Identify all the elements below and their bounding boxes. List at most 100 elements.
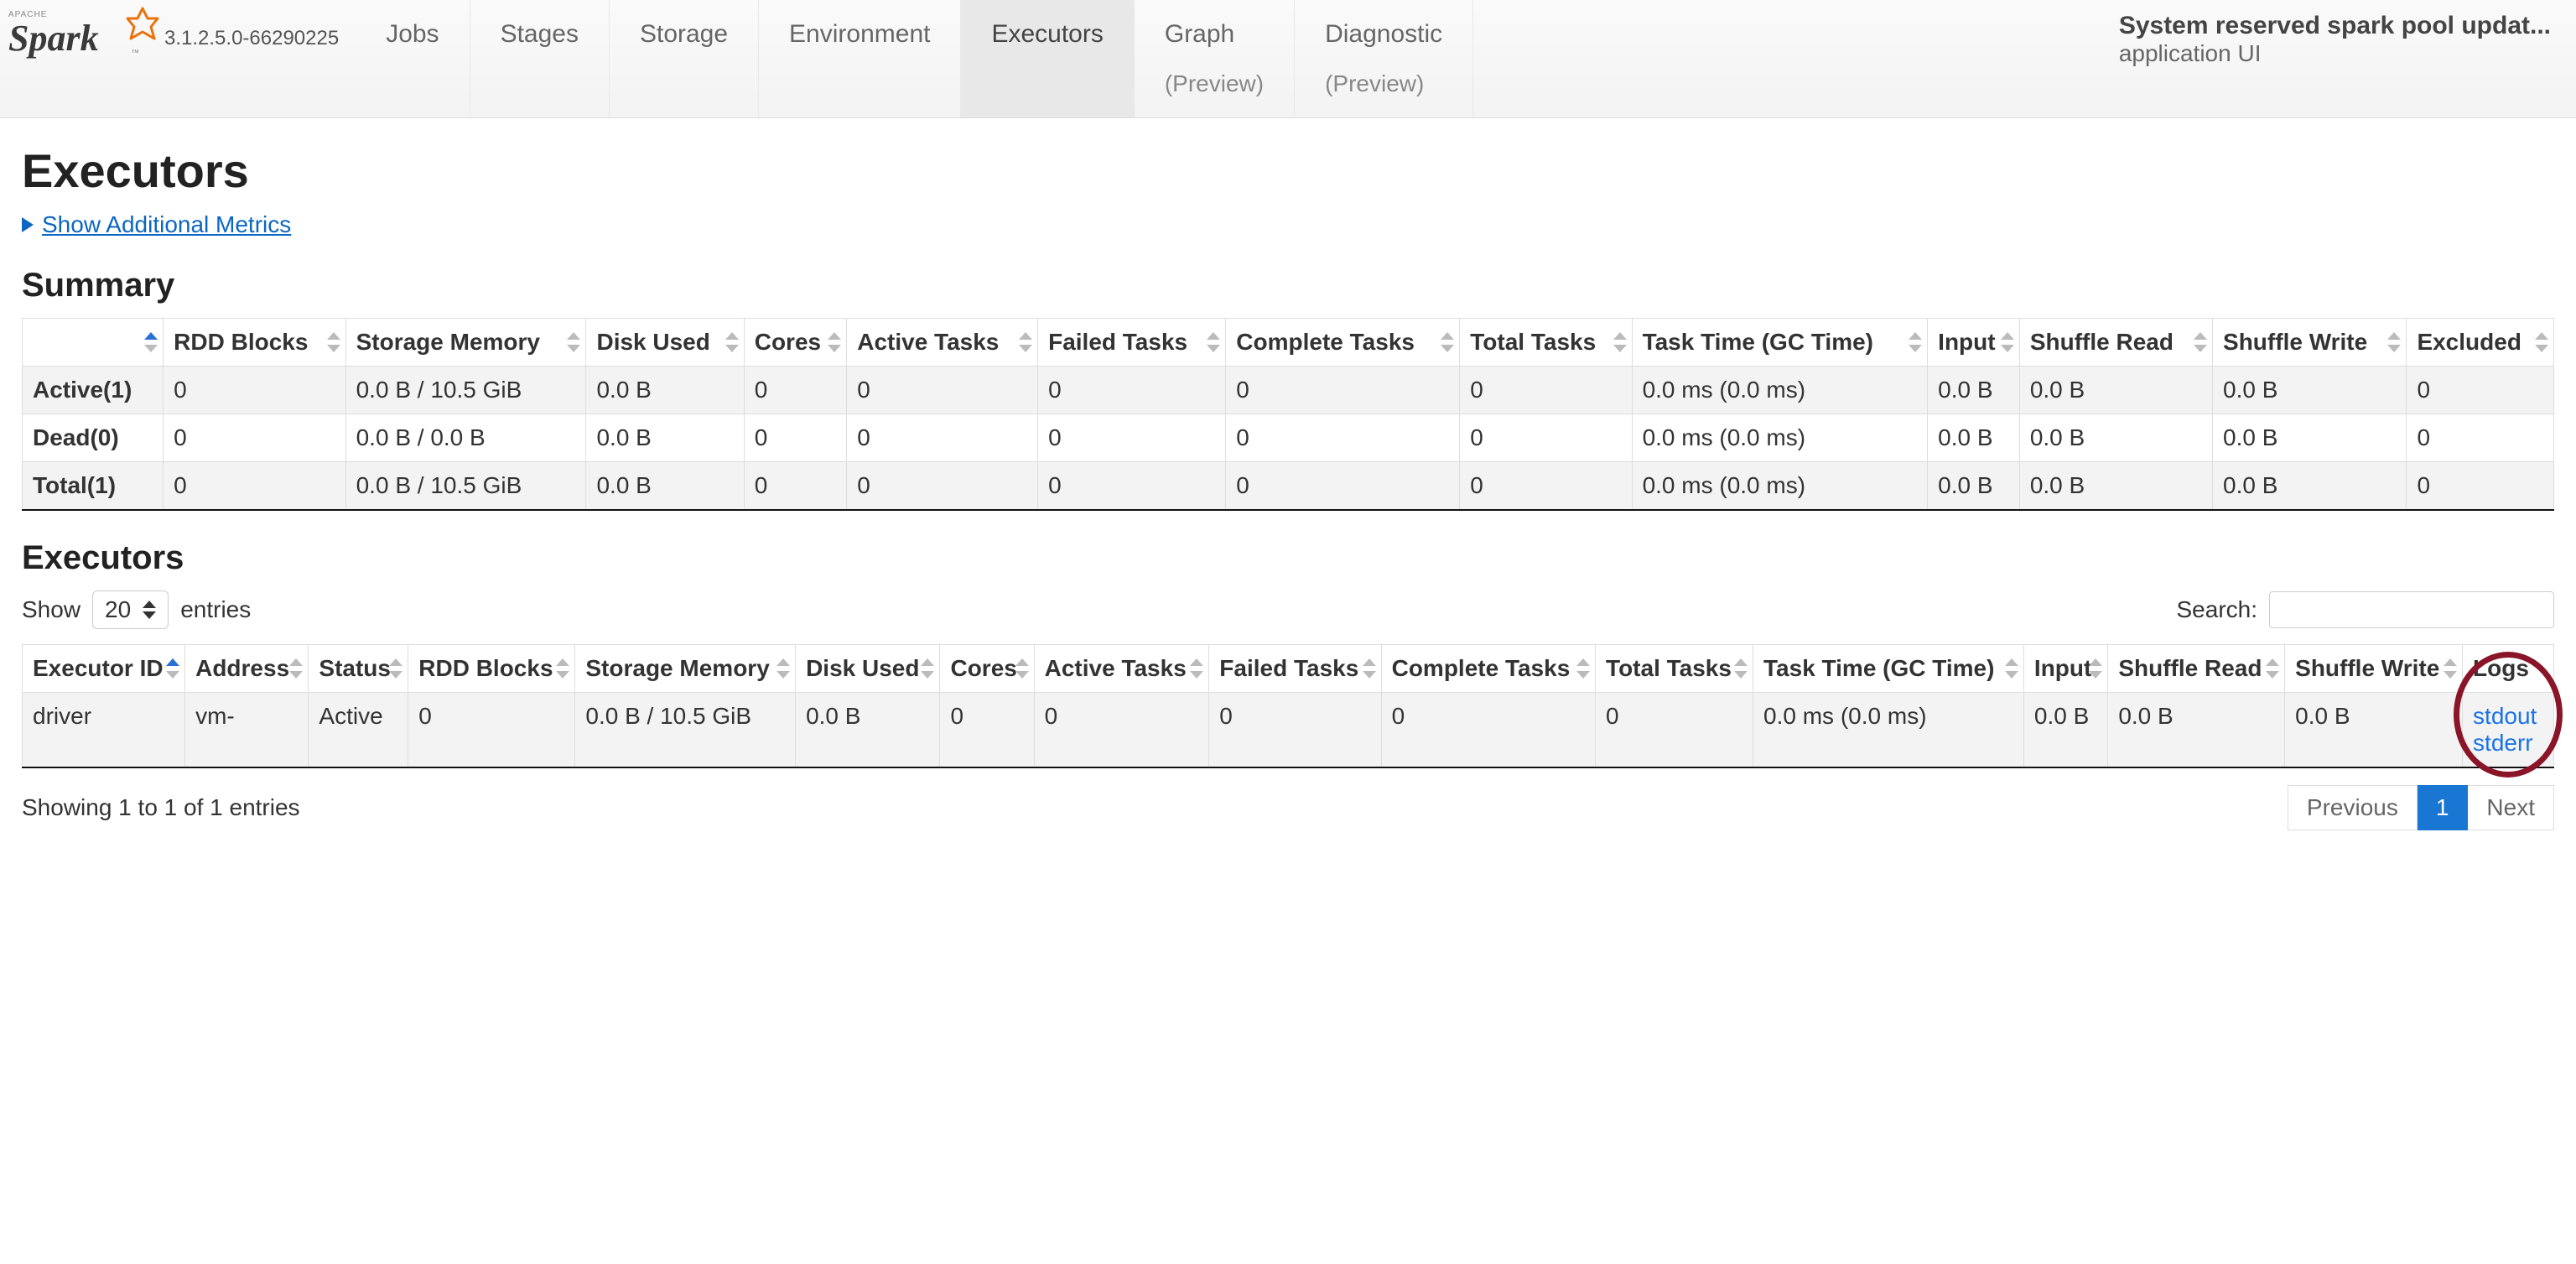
summary-col-header[interactable]: Input (1928, 319, 2020, 367)
tab-storage[interactable]: Storage (610, 0, 759, 117)
summary-col-header[interactable]: Disk Used (586, 319, 744, 367)
cell: 0.0 B (2019, 367, 2212, 414)
tab-environment[interactable]: Environment (759, 0, 961, 117)
navbar: APACHE Spark ™ 3.1.2.5.0-66290225 Jobs S… (0, 0, 2576, 118)
sort-icon (1441, 332, 1454, 352)
page-title: Executors (22, 143, 2554, 198)
content: Executors Show Additional Metrics Summar… (0, 118, 2576, 856)
next-button[interactable]: Next (2468, 785, 2554, 830)
sort-icon (2194, 332, 2207, 352)
tab-label: Storage (640, 20, 728, 48)
exec-col-header[interactable]: Storage Memory (575, 645, 796, 693)
search-input[interactable] (2269, 591, 2554, 628)
page-1-button[interactable]: 1 (2418, 785, 2469, 830)
cell: 0 (1038, 414, 1226, 462)
sort-icon (776, 658, 790, 679)
nav-tabs: Jobs Stages Storage Environment Executor… (356, 0, 1473, 117)
exec-col-header[interactable]: Status (309, 645, 408, 693)
search-label: Search: (2177, 596, 2258, 623)
summary-col-header[interactable]: Total Tasks (1460, 319, 1632, 367)
cell: 0.0 B / 10.5 GiB (345, 462, 586, 511)
search-block: Search: (2177, 591, 2555, 628)
summary-col-header[interactable]: Storage Memory (345, 319, 586, 367)
tab-graph[interactable]: Graph (Preview) (1135, 0, 1295, 117)
table-row: Active(1)00.0 B / 10.5 GiB0.0 B000000.0 … (23, 367, 2554, 414)
svg-text:Spark: Spark (8, 18, 99, 59)
tab-stages[interactable]: Stages (470, 0, 610, 117)
exec-col-header[interactable]: Executor ID (23, 645, 185, 693)
exec-col-header[interactable]: Disk Used (796, 645, 940, 693)
cell: 0 (1038, 462, 1226, 511)
cell: 0.0 ms (0.0 ms) (1632, 462, 1928, 511)
cell: 0.0 B (586, 462, 744, 511)
app-subtitle: application UI (2119, 40, 2551, 67)
exec-col-header[interactable]: Shuffle Read (2108, 645, 2285, 693)
sort-icon (2444, 658, 2457, 679)
stdout-link[interactable]: stdout (2473, 703, 2543, 730)
summary-col-header[interactable]: Active Tasks (847, 319, 1038, 367)
select-caret-icon (143, 601, 156, 619)
exec-col-header[interactable]: Total Tasks (1596, 645, 1753, 693)
cell: 0 (744, 462, 847, 511)
exec-col-header[interactable]: Task Time (GC Time) (1753, 645, 2024, 693)
exec-col-header[interactable]: Complete Tasks (1381, 645, 1595, 693)
sort-icon (1190, 658, 1203, 679)
sort-icon (1734, 658, 1748, 679)
prev-button[interactable]: Previous (2288, 785, 2418, 830)
entries-select[interactable]: 20 (92, 590, 169, 629)
cell: 0 (1038, 367, 1226, 414)
cell: 0 (2407, 367, 2554, 414)
exec-col-header[interactable]: Address (185, 645, 309, 693)
cell: 0.0 B (2285, 693, 2463, 768)
cell: 0.0 ms (0.0 ms) (1632, 414, 1928, 462)
exec-col-header[interactable]: Shuffle Write (2285, 645, 2463, 693)
sort-icon (327, 332, 340, 352)
summary-col-header[interactable]: Failed Tasks (1038, 319, 1226, 367)
executors-controls: Show 20 entries Search: (22, 590, 2554, 629)
sort-icon (1576, 658, 1590, 679)
cell: 0.0 B (586, 367, 744, 414)
cell: 0 (408, 693, 575, 768)
cell: 0 (164, 414, 345, 462)
exec-col-header[interactable]: Cores (940, 645, 1034, 693)
cell: 0 (1381, 693, 1595, 768)
exec-col-header[interactable]: RDD Blocks (408, 645, 575, 693)
sort-icon (1207, 332, 1220, 352)
cell: 0 (1226, 367, 1460, 414)
tab-preview: (Preview) (1325, 70, 1442, 97)
sort-icon (166, 658, 179, 679)
toggle-label: Show Additional Metrics (42, 211, 291, 238)
sort-icon (144, 332, 158, 352)
exec-col-header[interactable]: Input (2023, 645, 2107, 693)
tab-jobs[interactable]: Jobs (356, 0, 470, 117)
summary-col-header[interactable]: Cores (744, 319, 847, 367)
app-title: System reserved spark pool updat... (2119, 12, 2551, 40)
cell: vm- (185, 693, 309, 768)
summary-col-header[interactable]: Task Time (GC Time) (1632, 319, 1928, 367)
summary-col-header[interactable]: Excluded (2407, 319, 2554, 367)
summary-col-header[interactable]: RDD Blocks (164, 319, 345, 367)
tab-executors[interactable]: Executors (961, 0, 1134, 117)
exec-col-header[interactable]: Failed Tasks (1209, 645, 1381, 693)
cell: 0 (940, 693, 1034, 768)
show-entries: Show 20 entries (22, 590, 251, 629)
cell: 0.0 B (2213, 462, 2407, 511)
show-additional-metrics-toggle[interactable]: Show Additional Metrics (22, 211, 291, 238)
cell: 0.0 B (2019, 462, 2212, 511)
logo-block: APACHE Spark ™ 3.1.2.5.0-66290225 (0, 0, 356, 62)
svg-text:™: ™ (131, 49, 139, 58)
exec-col-header[interactable]: Active Tasks (1034, 645, 1209, 693)
summary-col-header[interactable] (23, 319, 164, 367)
summary-col-header[interactable]: Shuffle Write (2213, 319, 2407, 367)
cell: 0.0 B (2108, 693, 2285, 768)
cell: 0.0 ms (0.0 ms) (1632, 367, 1928, 414)
row-label: Total(1) (23, 462, 164, 511)
cell: 0.0 B (1928, 414, 2020, 462)
stderr-link[interactable]: stderr (2473, 730, 2543, 757)
exec-col-header[interactable]: Logs (2463, 645, 2554, 693)
tab-diagnostic[interactable]: Diagnostic (Preview) (1295, 0, 1473, 117)
spark-logo: APACHE Spark ™ (8, 3, 159, 59)
tab-label: Jobs (386, 20, 439, 48)
summary-col-header[interactable]: Complete Tasks (1226, 319, 1460, 367)
summary-col-header[interactable]: Shuffle Read (2019, 319, 2212, 367)
